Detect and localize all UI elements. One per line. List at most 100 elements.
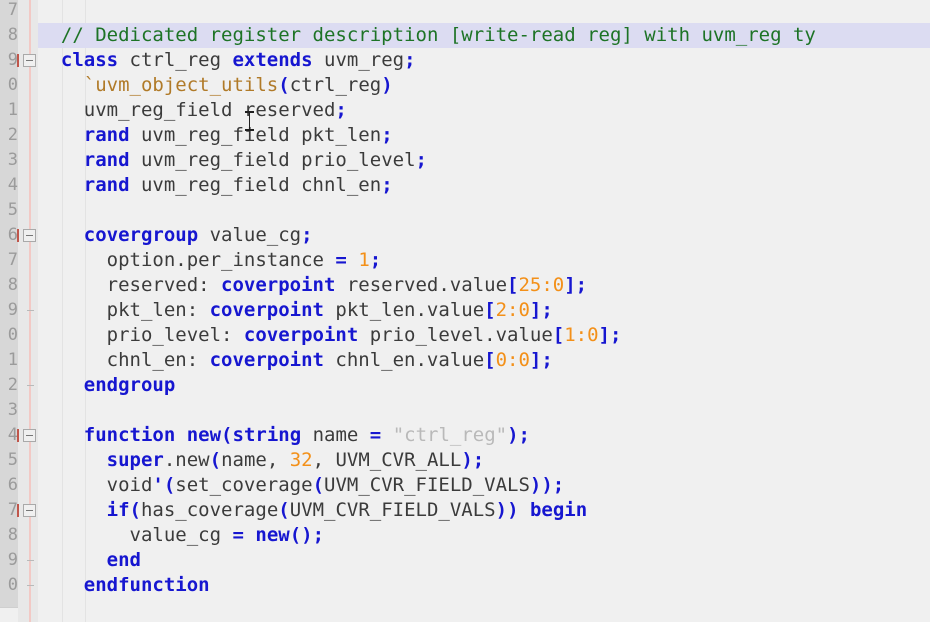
line-number: 4 [7, 425, 18, 445]
token-keyword: rand [83, 149, 130, 171]
token-op: ; [381, 174, 393, 196]
token-plain: name, [221, 449, 290, 471]
token-comment: // Dedicated register description [write… [60, 24, 816, 46]
token-keyword: string [232, 424, 302, 446]
token-op: ]; [598, 324, 622, 346]
token-keyword: rand [83, 124, 130, 146]
code-line[interactable]: rand uvm_reg_field pkt_len; [38, 123, 393, 148]
token-op: ; [335, 99, 347, 121]
code-line[interactable]: prio_level: coverpoint prio_level.value[… [38, 323, 622, 348]
token-op: ) [381, 74, 393, 96]
line-number: 5 [7, 450, 18, 470]
token-keyword: coverpoint [209, 299, 324, 321]
code-line[interactable]: end [38, 548, 141, 573]
code-editor[interactable]: 7 8 9 0 1 2 3 4 5 6 7 8 9 0 1 2 3 4 5 6 7 8 9 0 // Dedicated re… [0, 0, 930, 622]
token-plain: uvm_reg [312, 49, 405, 71]
fold-toggle-icon[interactable] [17, 429, 36, 442]
token-op: (); [289, 524, 325, 546]
token-op: = [232, 524, 244, 546]
code-line[interactable] [38, 398, 49, 423]
code-line[interactable]: class ctrl_reg extends uvm_reg; [38, 48, 416, 73]
token-plain: reserved: [38, 274, 222, 296]
token-plain: value_cg [38, 524, 233, 546]
token-op: )) [495, 499, 519, 521]
token-op: = [369, 424, 382, 446]
code-line[interactable] [38, 0, 49, 23]
token-op: ]; [564, 274, 588, 296]
token-string: "ctrl_reg" [392, 424, 508, 446]
token-op: )); [529, 474, 565, 496]
fold-toggle-icon[interactable] [17, 54, 36, 67]
code-line[interactable]: function new(string name = "ctrl_reg"); [38, 423, 530, 448]
code-line[interactable] [38, 198, 49, 223]
line-number: 4 [7, 175, 18, 195]
token-number: 32 [289, 449, 313, 471]
fold-toggle-icon[interactable] [17, 504, 36, 517]
code-line[interactable]: rand uvm_reg_field prio_level; [38, 148, 427, 173]
code-line[interactable]: uvm_reg_field reserved; [38, 98, 347, 123]
code-line[interactable]: option.per_instance = 1; [38, 248, 382, 273]
token-number: 1 [358, 249, 370, 271]
line-number: 0 [7, 325, 18, 345]
token-plain: uvm_reg_field chnl_en [129, 174, 382, 196]
code-line[interactable]: void'(set_coverage(UVM_CVR_FIELD_VALS)); [38, 473, 565, 498]
code-line[interactable]: super.new(name, 32, UVM_CVR_ALL); [38, 448, 485, 473]
token-op: [ [484, 349, 496, 371]
code-line[interactable]: if(has_coverage(UVM_CVR_FIELD_VALS)) beg… [38, 498, 588, 523]
token-op: ; [381, 124, 393, 146]
code-line[interactable]: reserved: coverpoint reserved.value[25:0… [38, 273, 588, 298]
code-content-area[interactable]: // Dedicated register description [write… [38, 0, 930, 622]
code-line-active[interactable]: // Dedicated register description [write… [38, 23, 930, 48]
token-op: [ [507, 274, 519, 296]
token-op: ( [278, 499, 290, 521]
token-keyword: new [255, 524, 290, 546]
code-line[interactable]: endfunction [38, 573, 210, 598]
line-number: 3 [7, 400, 18, 420]
code-line[interactable]: rand uvm_reg_field chnl_en; [38, 173, 393, 198]
token-plain: chnl_en: [38, 349, 210, 371]
line-number: 8 [7, 275, 18, 295]
code-line[interactable]: value_cg = new(); [38, 523, 325, 548]
token-keyword: endgroup [83, 374, 176, 396]
token-plain: set_coverage [175, 474, 313, 496]
token-keyword: coverpoint [243, 324, 359, 346]
token-op: ; [404, 49, 416, 71]
token-keyword: endfunction [83, 574, 210, 596]
line-number: 1 [7, 100, 18, 120]
token-plain: .new [163, 449, 210, 471]
token-op: [ [552, 324, 565, 346]
code-line[interactable]: chnl_en: coverpoint chnl_en.value[0:0]; [38, 348, 553, 373]
token-keyword: rand [83, 174, 130, 196]
token-macro: `uvm_object_utils [83, 74, 279, 96]
token-plain: uvm_reg_field pkt_len [129, 124, 382, 146]
code-line[interactable]: endgroup [38, 373, 176, 398]
token-op: ; [369, 249, 382, 271]
fold-toggle-icon[interactable] [17, 229, 36, 242]
gutter-corner-nub [0, 607, 18, 622]
token-plain: UVM_CVR_FIELD_VALS [289, 499, 496, 521]
token-plain: pkt_len.value [323, 299, 485, 321]
code-line[interactable]: `uvm_object_utils(ctrl_reg) [38, 73, 393, 98]
token-op: '( [152, 474, 176, 496]
token-plain: value_cg [198, 224, 302, 246]
code-line[interactable]: pkt_len: coverpoint pkt_len.value[2:0]; [38, 298, 553, 323]
line-number: 1 [7, 350, 18, 370]
token-keyword: function new [83, 424, 222, 446]
code-line[interactable]: covergroup value_cg; [38, 223, 313, 248]
line-number: 7 [7, 500, 18, 520]
token-plain: ctrl_reg [118, 49, 233, 71]
token-op: ( [312, 474, 325, 496]
line-number: 5 [7, 200, 18, 220]
